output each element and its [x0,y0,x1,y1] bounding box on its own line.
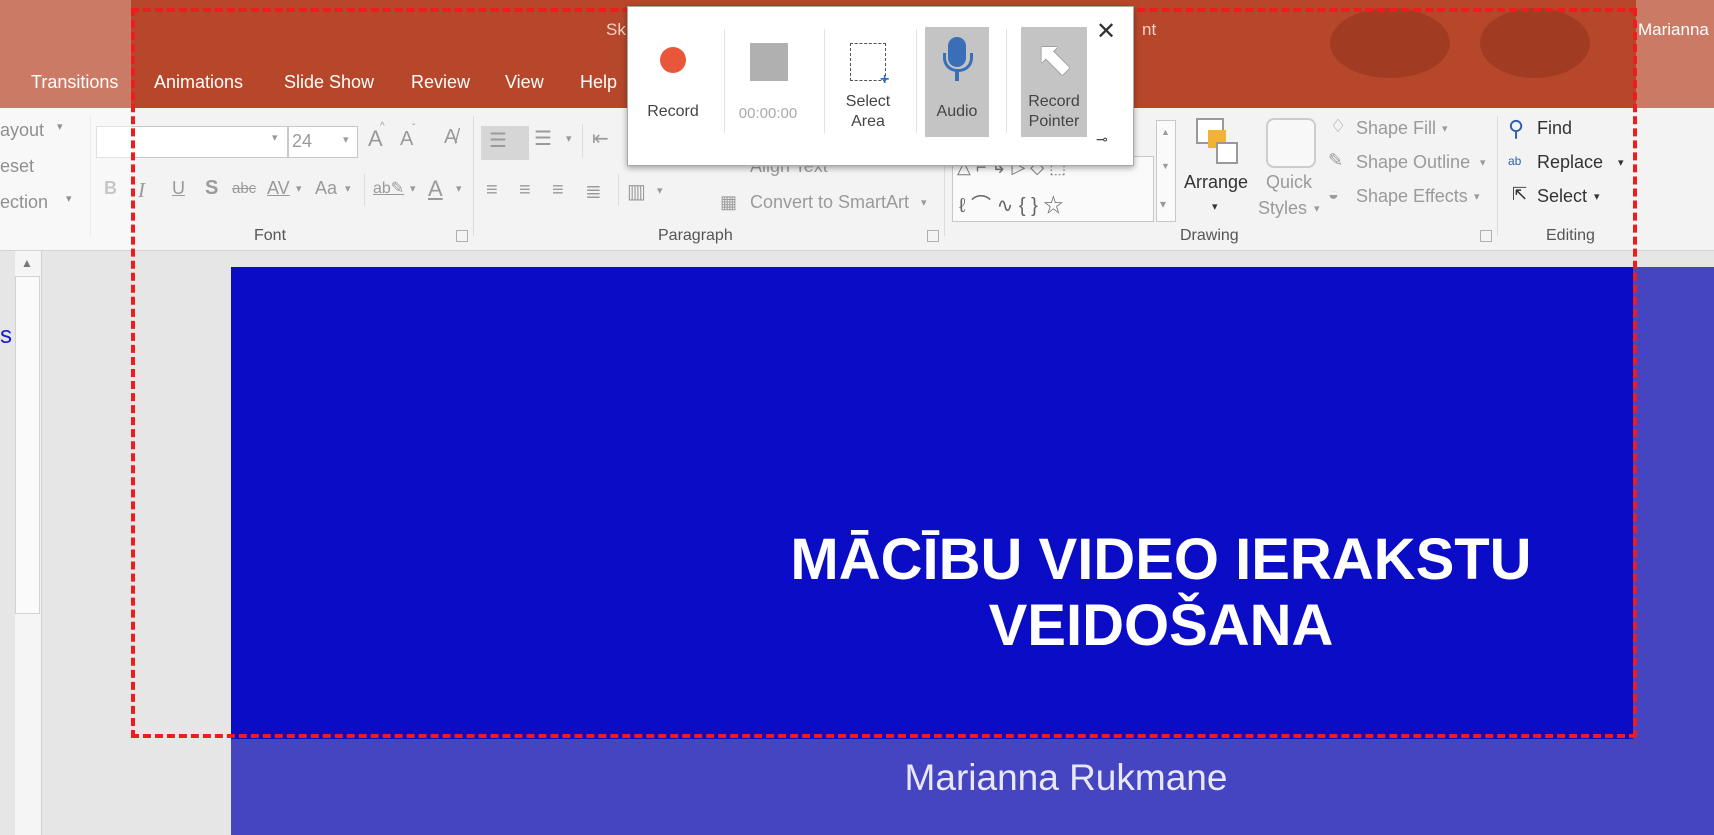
screen-recording-panel: ✕ ⊸ Record 00:00:00 + Select Area Audio … [627,6,1134,166]
divider [1006,29,1007,133]
thumbnail-text-fragment: s [0,322,12,349]
plus-icon: + [880,71,890,88]
select-area-button[interactable]: + Select Area [828,27,908,137]
audio-toggle[interactable]: Audio [925,27,989,137]
microphone-base [955,71,959,81]
select-area-label-1: Select [845,93,891,110]
divider [824,29,825,133]
stop-button[interactable]: 00:00:00 [728,27,808,137]
user-name[interactable]: Marianna [1638,20,1709,40]
tab-transitions[interactable]: Transitions [31,72,118,93]
record-pointer-toggle[interactable]: ⬉ Record Pointer [1021,27,1087,137]
scroll-up-icon[interactable]: ▲ [15,256,39,276]
pointer-icon: ⬉ [1035,32,1074,84]
record-button[interactable]: Record [638,27,708,137]
record-pointer-label-2: Pointer [1028,113,1080,130]
slide-subtitle[interactable]: Marianna Rukmane [831,757,1301,799]
audio-label: Audio [936,103,978,120]
scrollbar[interactable] [15,276,40,614]
record-label: Record [647,103,699,120]
divider [916,29,917,133]
dim-overlay-left [0,108,131,250]
recording-timer: 00:00:00 [738,105,798,122]
record-pointer-label-1: Record [1028,93,1080,110]
microphone-stand [943,53,973,72]
stop-icon [750,43,788,81]
dim-overlay-right [1636,0,1714,108]
divider [724,29,725,133]
pin-icon[interactable]: ⊸ [1096,131,1108,148]
select-area-label-2: Area [851,113,885,130]
close-icon[interactable]: ✕ [1096,17,1116,46]
record-icon [660,47,686,73]
